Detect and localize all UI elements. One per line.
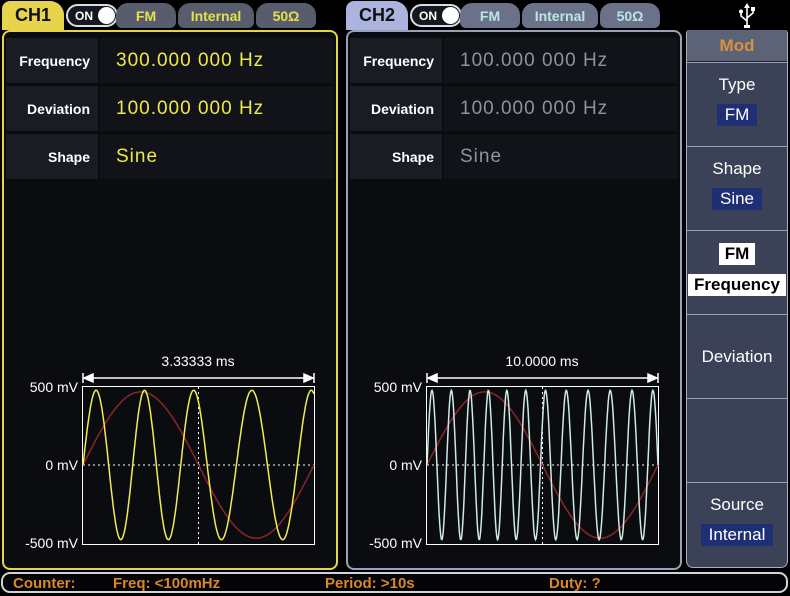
softkey-type[interactable]: Type FM	[687, 62, 787, 146]
param-row: Shape Sine	[350, 134, 678, 179]
ch1-power-toggle[interactable]: ON	[66, 4, 118, 27]
softkey-value: Internal	[701, 524, 774, 546]
ch1-waveform: 3.33333 ms 500 mV 0 mV -500 mV	[4, 350, 336, 566]
ch2-span-label: 10.0000 ms	[505, 353, 578, 369]
param-row: Shape Sine	[6, 134, 334, 179]
ch1-param-table: Frequency 300.000 000 Hz Deviation 100.0…	[6, 38, 334, 182]
ch1-tab[interactable]: CH1	[2, 1, 64, 30]
time-span-arrow	[83, 373, 314, 383]
softkey-deviation[interactable]: Deviation	[687, 314, 787, 398]
param-label: Shape	[6, 134, 98, 179]
y-axis-label-bottom: -500 mV	[369, 535, 423, 551]
menu-header-mod: Mod	[687, 30, 787, 62]
ch1-shape-value[interactable]: Sine	[100, 134, 334, 179]
param-label: Frequency	[350, 38, 442, 83]
y-axis-label-mid: 0 mV	[389, 457, 422, 473]
ch2-mod-source-tab[interactable]: Internal	[522, 3, 598, 28]
ch2-impedance-tab[interactable]: 50Ω	[600, 3, 660, 28]
ch1-frequency-value[interactable]: 300.000 000 Hz	[100, 38, 334, 83]
usb-icon	[736, 2, 758, 29]
param-row: Frequency 100.000 000 Hz	[350, 38, 678, 83]
softkey-label: Type	[719, 75, 756, 95]
ch2-mode-tab[interactable]: FM	[460, 3, 520, 28]
ch1-deviation-value[interactable]: 100.000 000 Hz	[100, 86, 334, 131]
y-axis-label-bottom: -500 mV	[25, 535, 79, 551]
counter-freq: Freq: <100mHz	[113, 575, 220, 592]
ch1-mode-tab[interactable]: FM	[116, 3, 176, 28]
toggle-knob	[442, 7, 459, 24]
ch2-param-table: Frequency 100.000 000 Hz Deviation 100.0…	[350, 38, 678, 182]
status-bar: Counter: Freq: <100mHz Period: >10s Duty…	[1, 572, 788, 593]
ch2-deviation-value[interactable]: 100.000 000 Hz	[444, 86, 678, 131]
counter-period: Period: >10s	[325, 575, 415, 592]
ch1-impedance-tab[interactable]: 50Ω	[256, 3, 316, 28]
generator-screen: CH1 ON FM Internal 50Ω CH2 ON FM Interna…	[0, 0, 790, 596]
ch2-shape-value[interactable]: Sine	[444, 134, 678, 179]
param-label: Deviation	[6, 86, 98, 131]
param-row: Deviation 100.000 000 Hz	[6, 86, 334, 131]
softkey-menu: Mod Type FM Shape Sine FM Frequency Devi…	[686, 30, 788, 568]
counter-label: Counter:	[13, 575, 76, 592]
ch1-span-label: 3.33333 ms	[161, 353, 234, 369]
softkey-blank	[687, 398, 787, 482]
ch2-frequency-value[interactable]: 100.000 000 Hz	[444, 38, 678, 83]
param-label: Frequency	[6, 38, 98, 83]
y-axis-label-top: 500 mV	[30, 379, 79, 395]
ch2-panel: Frequency 100.000 000 Hz Deviation 100.0…	[346, 30, 682, 570]
time-span-arrow	[427, 373, 658, 383]
counter-duty: Duty: ?	[549, 575, 601, 592]
ch1-mod-source-tab[interactable]: Internal	[178, 3, 254, 28]
softkey-label: Deviation	[702, 347, 773, 367]
ch2-power-toggle[interactable]: ON	[410, 4, 462, 27]
softkey-value: Sine	[712, 188, 762, 210]
param-row: Deviation 100.000 000 Hz	[350, 86, 678, 131]
softkey-value: FM	[717, 104, 758, 126]
ch1-on-label: ON	[75, 9, 93, 23]
softkey-label: FM	[719, 243, 756, 265]
softkey-source[interactable]: Source Internal	[687, 482, 787, 566]
ch1-panel: Frequency 300.000 000 Hz Deviation 100.0…	[2, 30, 338, 570]
softkey-label: Source	[710, 495, 764, 515]
param-row: Frequency 300.000 000 Hz	[6, 38, 334, 83]
softkey-label: Shape	[712, 159, 761, 179]
param-label: Shape	[350, 134, 442, 179]
softkey-fm-frequency[interactable]: FM Frequency	[687, 230, 787, 314]
toggle-knob	[98, 7, 115, 24]
softkey-shape[interactable]: Shape Sine	[687, 146, 787, 230]
softkey-value: Frequency	[688, 274, 786, 296]
ch2-waveform: 10.0000 ms 500 mV 0 mV -500 mV	[348, 350, 680, 566]
ch2-on-label: ON	[419, 9, 437, 23]
param-label: Deviation	[350, 86, 442, 131]
y-axis-label-mid: 0 mV	[45, 457, 78, 473]
y-axis-label-top: 500 mV	[374, 379, 423, 395]
ch2-tab[interactable]: CH2	[346, 1, 408, 30]
